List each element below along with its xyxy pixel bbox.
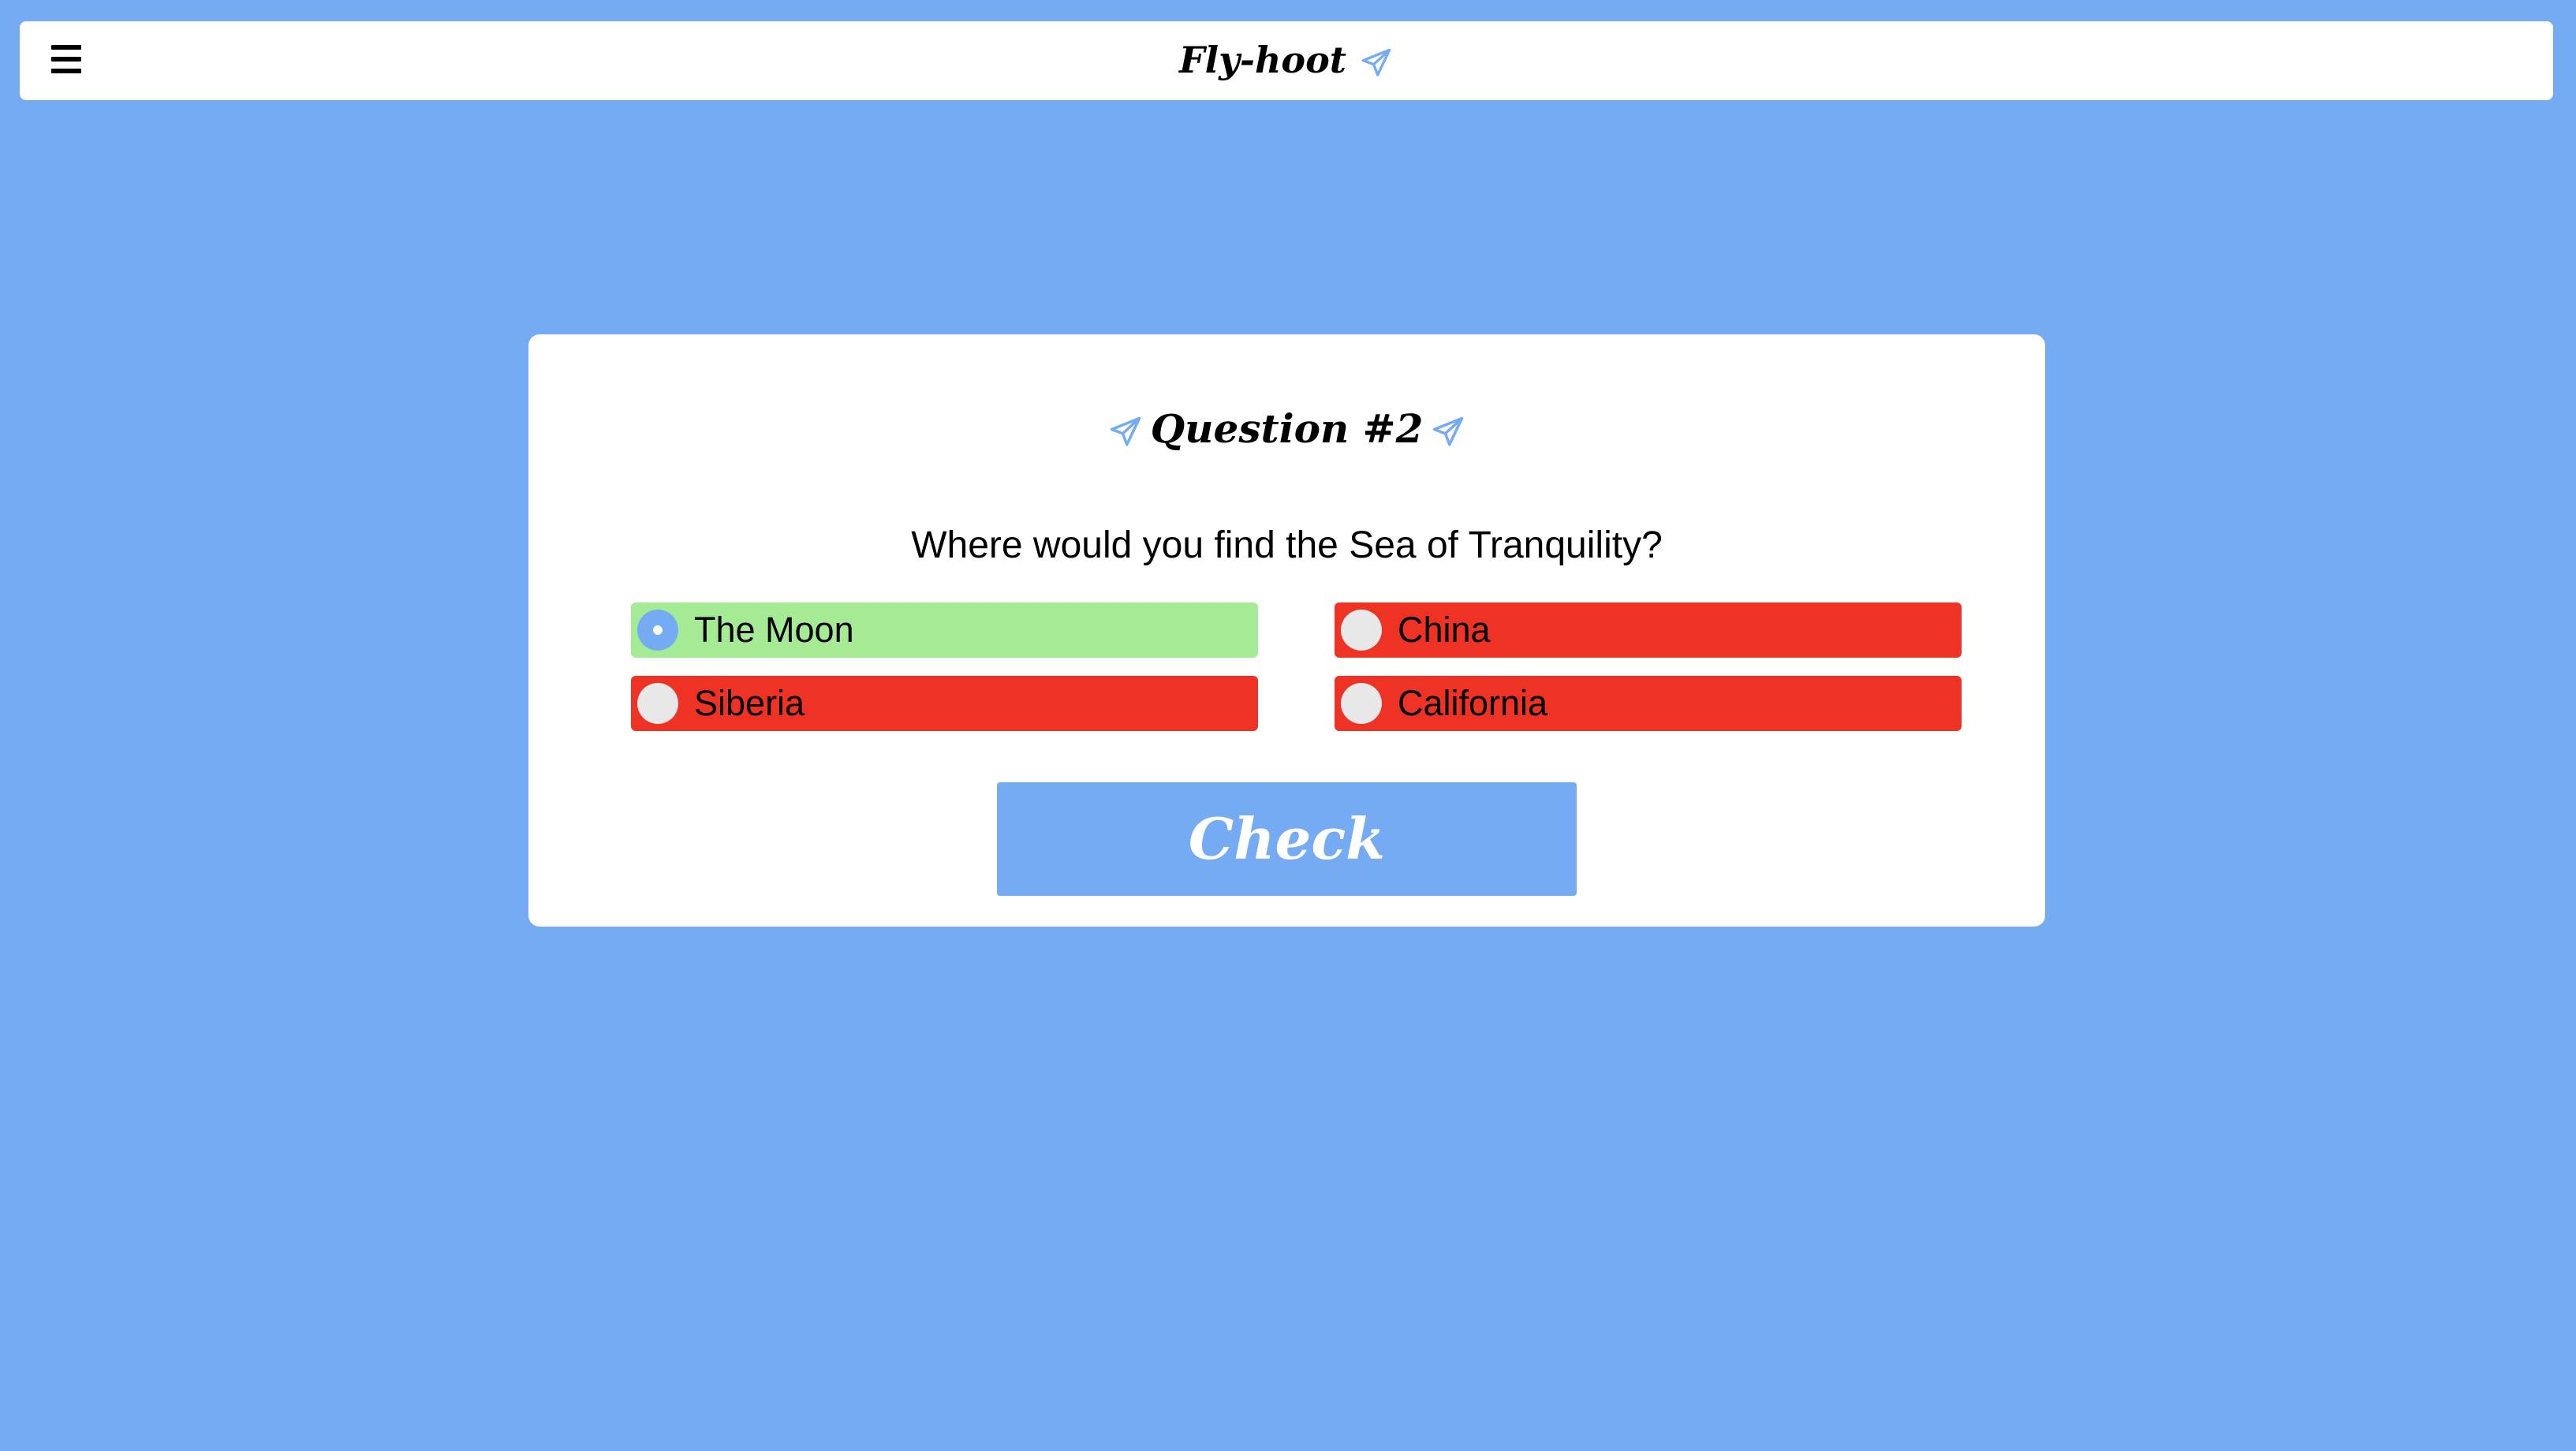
answer-label: The Moon — [694, 610, 854, 650]
question-card: Question #2 Where would you find the Sea… — [528, 334, 2045, 927]
radio-icon[interactable] — [637, 683, 678, 724]
question-number: Question #2 — [1150, 405, 1424, 452]
paper-plane-icon — [1433, 416, 1464, 446]
answer-label: China — [1398, 610, 1491, 650]
paper-plane-icon — [1361, 48, 1391, 76]
answer-option-china[interactable]: China — [1335, 602, 1962, 658]
answer-option-the-moon[interactable]: The Moon — [631, 602, 1258, 658]
question-text: Where would you find the Sea of Tranquil… — [911, 524, 1663, 566]
answer-option-california[interactable]: California — [1335, 676, 1962, 731]
radio-icon[interactable] — [1341, 610, 1382, 651]
question-title: Question #2 — [528, 405, 2045, 452]
brand-title: Fly-hoot — [1178, 39, 1346, 81]
answer-label: California — [1398, 683, 1548, 723]
answer-label: Siberia — [694, 683, 805, 723]
paper-plane-icon — [1110, 416, 1141, 446]
check-button[interactable]: Check — [997, 782, 1577, 896]
brand-logo: Fly-hoot — [20, 39, 2553, 81]
answer-option-siberia[interactable]: Siberia — [631, 676, 1258, 731]
top-navbar: Fly-hoot — [20, 21, 2553, 100]
radio-selected-icon[interactable] — [637, 610, 678, 651]
radio-icon[interactable] — [1341, 683, 1382, 724]
